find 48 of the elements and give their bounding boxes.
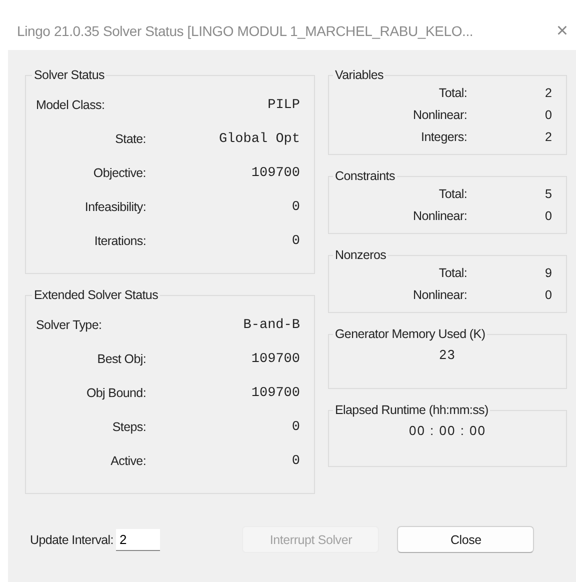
field-label: Integers: [420, 130, 467, 144]
field-value: 109700 [250, 352, 300, 366]
field-value: B-and-B [242, 318, 300, 332]
interval-field[interactable]: 2 [116, 528, 160, 550]
group-title: Constraints [334, 169, 396, 183]
field-value: 0 [290, 420, 300, 434]
field-label: Nonlinear: [412, 209, 467, 223]
readout-value: 23 [438, 346, 457, 362]
group-title: Extended Solver Status [33, 288, 160, 302]
field-value: 0 [544, 209, 552, 223]
field-label: Objective: [92, 166, 146, 180]
field-value: PILP [266, 98, 300, 112]
window-title: Lingo 21.0.35 Solver Status [LINGO MODUL 1_MARCHEL_RABU_KELO... [17, 23, 474, 39]
close-button[interactable]: Close [397, 526, 534, 553]
field-label: Active: [110, 454, 146, 468]
close-button[interactable]: × [556, 21, 568, 41]
group-title: Elapsed Runtime (hh:mm:ss) [334, 403, 490, 417]
field-label: Update Interval: [30, 532, 114, 546]
field-value: 5 [544, 187, 552, 201]
field-value: 0 [544, 288, 552, 302]
readout-value: 00 : 00 : 00 [408, 422, 488, 438]
field-value: 0 [290, 454, 300, 468]
group-title: Nonzeros [334, 248, 388, 262]
field-label: Total: [438, 266, 467, 280]
field-value: 109700 [250, 166, 300, 180]
field-label: Total: [438, 187, 467, 201]
field-value: 0 [290, 234, 300, 248]
field-label: Total: [438, 86, 467, 100]
field-value: 2 [544, 130, 552, 144]
field-label: Obj Bound: [85, 386, 146, 400]
group-title: Variables [334, 68, 384, 82]
group-title: Generator Memory Used (K) [334, 327, 486, 341]
field-label: Nonlinear: [412, 288, 467, 302]
field-value: 9 [544, 266, 552, 280]
field-value: 2 [544, 86, 552, 100]
group-title: Solver Status [33, 68, 106, 82]
field-label: Nonlinear: [412, 108, 467, 122]
field-value: 109700 [250, 386, 300, 400]
field-label: Best Obj: [96, 352, 146, 366]
field-label: Infeasibility: [84, 200, 146, 214]
field-value: Global Opt [218, 132, 300, 146]
field-value: 0 [544, 108, 552, 122]
field-label: Steps: [111, 420, 146, 434]
field-value: 0 [290, 200, 300, 214]
field-label: Solver Type: [36, 318, 103, 332]
field-label: Iterations: [93, 234, 146, 248]
field-label: Model Class: [36, 98, 106, 112]
field-label: State: [114, 132, 146, 146]
